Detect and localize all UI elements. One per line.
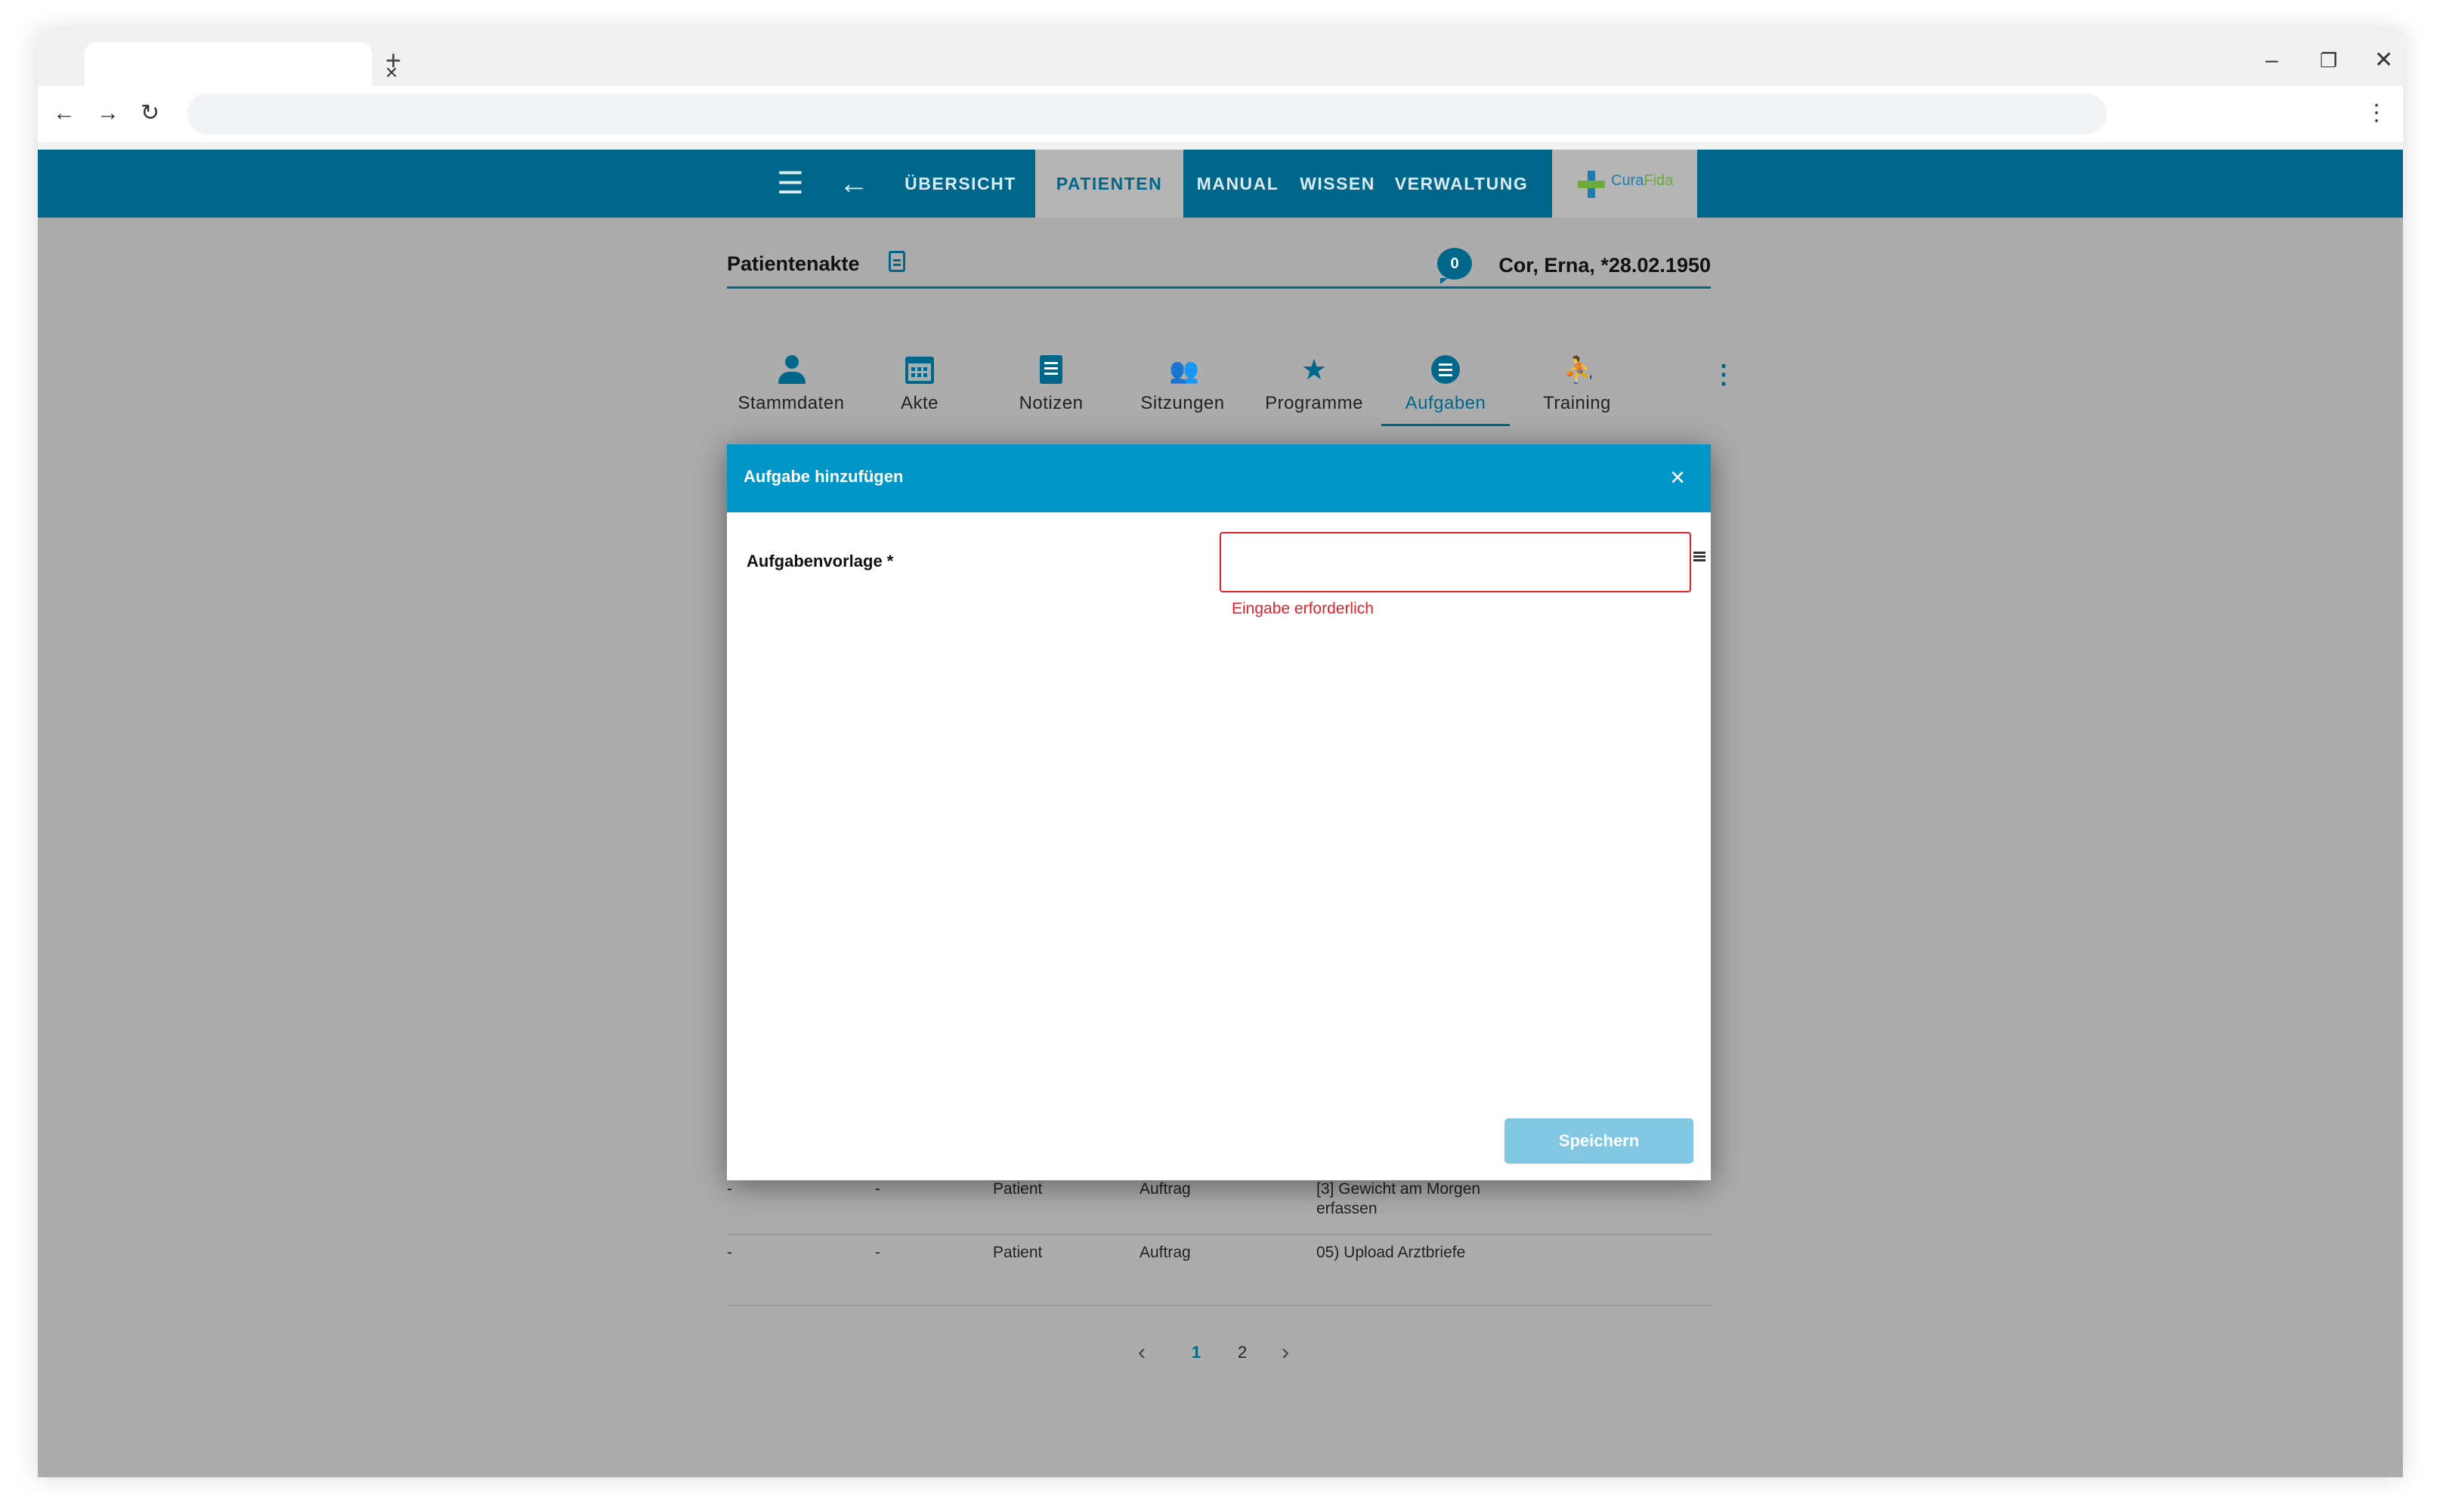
table-cell: Auftrag (1140, 1244, 1191, 1261)
page-2-link[interactable]: 2 (1238, 1341, 1247, 1364)
curafida-logo[interactable]: CuraFida (1552, 150, 1697, 218)
reload-icon[interactable]: ↻ (141, 100, 159, 127)
record-tabs: Stammdaten Akte Notizen 👥 Sitzungen ★ Pr… (727, 355, 1736, 426)
tab-label: Stammdaten (738, 393, 845, 413)
tab-label: Training (1543, 393, 1611, 413)
tab-training[interactable]: ⛹ Training (1513, 355, 1641, 420)
browser-tab[interactable]: × (85, 42, 397, 86)
app-area: ☰ ← ÜBERSICHT PATIENTEN MANUAL WISSEN VE… (38, 150, 2403, 1477)
table-cell: - (875, 1244, 880, 1261)
tab-label: Akte (900, 393, 939, 413)
tab-akte[interactable]: Akte (855, 355, 984, 420)
table-row[interactable]: - - Patient Auftrag 05) Upload Arztbrief… (727, 1242, 1711, 1306)
table-cell: [3] Gewicht am Morgen (1316, 1180, 1481, 1198)
page-1-link[interactable]: 1 (1192, 1341, 1201, 1364)
calendar-icon (905, 357, 934, 384)
group-icon: 👥 (1169, 357, 1199, 384)
tab-aufgaben[interactable]: Aufgaben (1381, 355, 1510, 426)
patient-name: Cor, Erna, *28.02.1950 (1498, 254, 1711, 277)
table-cell: Patient (993, 1244, 1043, 1261)
tab-programme[interactable]: ★ Programme (1250, 355, 1378, 420)
nav-manual[interactable]: MANUAL (1192, 150, 1283, 218)
more-vert-icon[interactable]: ⋮ (1711, 361, 1736, 388)
tab-label: Aufgaben (1405, 393, 1486, 413)
restore-icon[interactable]: ❐ (2320, 45, 2337, 76)
tab-sitzungen[interactable]: 👥 Sitzungen (1118, 355, 1247, 420)
back-arrow-icon[interactable]: ← (839, 168, 869, 199)
table-cell: 05) Upload Arztbriefe (1316, 1244, 1466, 1261)
minimize-icon[interactable]: – (2265, 45, 2278, 76)
table-cell: erfassen (1316, 1200, 1378, 1217)
tab-strip: × + – ❐ ✕ (38, 30, 2403, 86)
nav-uebersicht[interactable]: ÜBERSICHT (895, 150, 1026, 218)
page-title: Patientenakte (727, 252, 860, 275)
tab-notizen[interactable]: Notizen (987, 355, 1115, 420)
person-icon (778, 355, 806, 385)
address-bar-row: ← → ↻ ⋮ (38, 86, 2403, 142)
dialog-title: Aufgabe hinzufügen (744, 467, 904, 486)
new-tab-icon[interactable]: + (385, 45, 401, 76)
browser-menu-icon[interactable]: ⋮ (2365, 100, 2388, 127)
table-cell: Patient (993, 1180, 1043, 1198)
browser-window: × + – ❐ ✕ ← → ↻ ⋮ ☰ ← ÜBERSICHT PATIENTE… (38, 30, 2403, 1477)
task-template-label: Aufgabenvorlage * (747, 552, 894, 570)
table-cell: - (727, 1180, 732, 1198)
top-navigation: ☰ ← ÜBERSICHT PATIENTEN MANUAL WISSEN VE… (38, 150, 2403, 218)
star-icon: ★ (1300, 354, 1328, 386)
prev-page-icon[interactable]: ‹ (1138, 1341, 1146, 1364)
save-button[interactable]: Speichern (1504, 1118, 1693, 1164)
error-message: Eingabe erforderlich (1232, 600, 1374, 617)
table-row[interactable]: - - Patient Auftrag [3] Gewicht am Morge… (727, 1180, 1711, 1235)
add-task-dialog: Aufgabe hinzufügen × Aufgabenvorlage * E… (727, 444, 1711, 1180)
nav-wissen[interactable]: WISSEN (1292, 150, 1383, 218)
hamburger-menu-icon[interactable]: ☰ (777, 168, 804, 199)
close-icon[interactable]: × (1670, 462, 1685, 493)
document-icon[interactable] (889, 251, 905, 272)
table-cell: - (727, 1244, 732, 1261)
dialog-header: Aufgabe hinzufügen × (727, 444, 1711, 512)
logo-cross-icon (1578, 171, 1605, 198)
table-cell: Auftrag (1140, 1180, 1191, 1198)
task-template-select[interactable] (1220, 532, 1691, 592)
table-cell: - (875, 1180, 880, 1198)
list-icon (1431, 355, 1460, 384)
note-icon (1040, 355, 1062, 384)
tab-stammdaten[interactable]: Stammdaten (727, 355, 855, 420)
next-page-icon[interactable]: › (1282, 1341, 1289, 1364)
back-icon[interactable]: ← (53, 100, 76, 127)
tab-label: Programme (1265, 393, 1363, 413)
page-header: Patientenakte 0 Cor, Erna, *28.02.1950 (727, 248, 1711, 289)
list-select-icon[interactable] (1693, 550, 1705, 562)
close-window-icon[interactable]: ✕ (2374, 45, 2393, 76)
training-icon: ⛹ (1563, 356, 1596, 385)
forward-icon[interactable]: → (97, 100, 119, 127)
tab-label: Notizen (1019, 393, 1084, 413)
url-input[interactable] (187, 94, 2107, 135)
tab-label: Sitzungen (1140, 393, 1225, 413)
nav-patienten[interactable]: PATIENTEN (1035, 150, 1183, 218)
chat-badge[interactable]: 0 (1437, 248, 1472, 284)
logo-text: CuraFida (1611, 172, 1674, 189)
nav-verwaltung[interactable]: VERWALTUNG (1392, 150, 1531, 218)
